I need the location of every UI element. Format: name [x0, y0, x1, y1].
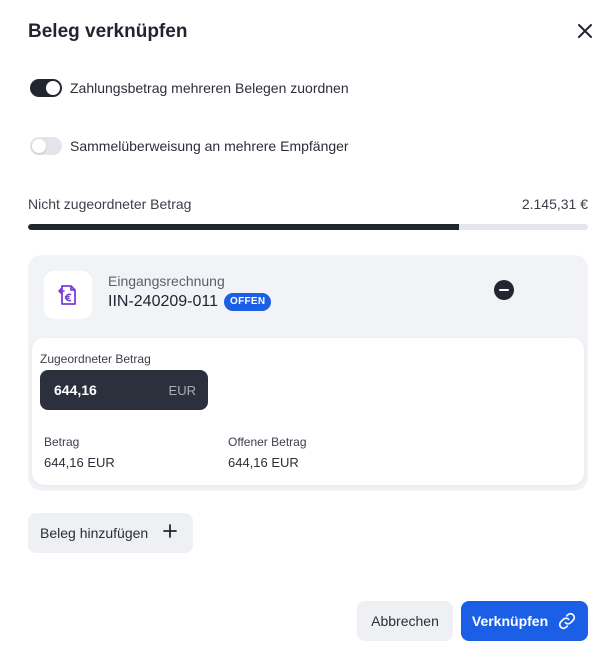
unassigned-amount-value: 2.145,31 € — [521, 196, 588, 212]
plus-icon — [162, 523, 178, 544]
document-amount-label: Betrag — [44, 435, 80, 449]
add-document-label: Beleg hinzufügen — [40, 525, 149, 541]
cancel-button[interactable]: Abbrechen — [357, 601, 453, 641]
remove-document-button[interactable] — [494, 280, 514, 300]
collective-transfer-label: Sammelüberweisung an mehrere Empfänger — [70, 138, 349, 154]
close-icon[interactable] — [574, 20, 596, 42]
dialog-title: Beleg verknüpfen — [28, 21, 188, 42]
link-document-dialog: Beleg verknüpfen Zahlungsbetrag mehreren… — [0, 0, 615, 668]
toggle-row-multiple-documents: Zahlungsbetrag mehreren Belegen zuordnen — [30, 79, 349, 97]
unassigned-amount-label: Nicht zugeordneter Betrag — [28, 196, 192, 212]
assigned-amount-label: Zugeordneter Betrag — [40, 352, 151, 366]
euro-receipt-icon — [44, 271, 92, 319]
add-document-button[interactable]: Beleg hinzufügen — [28, 513, 193, 553]
document-allocation-panel: Zugeordneter Betrag 644,16 EUR Betrag 64… — [32, 338, 584, 485]
link-button[interactable]: Verknüpfen — [461, 601, 588, 641]
document-number[interactable]: IIN-240209-011 — [108, 293, 218, 311]
currency-label: EUR — [168, 382, 196, 398]
multiple-documents-label: Zahlungsbetrag mehreren Belegen zuordnen — [70, 80, 349, 96]
toggle-row-collective-transfer: Sammelüberweisung an mehrere Empfänger — [30, 137, 349, 155]
open-amount-value: 644,16 EUR — [228, 455, 299, 470]
document-amount-field: Betrag 644,16 EUR — [44, 435, 115, 470]
open-amount-field: Offener Betrag 644,16 EUR — [228, 435, 307, 470]
document-number-row: IIN-240209-011 OFFEN — [108, 293, 272, 311]
document-type: Eingangsrechnung — [108, 273, 225, 289]
multiple-documents-toggle[interactable] — [30, 79, 62, 97]
cancel-label: Abbrechen — [371, 613, 439, 629]
assigned-amount-input[interactable]: 644,16 EUR — [40, 370, 208, 410]
link-label: Verknüpfen — [471, 613, 549, 629]
document-amount-value: 644,16 EUR — [44, 455, 115, 470]
allocation-progress-bar — [28, 224, 588, 230]
collective-transfer-toggle[interactable] — [30, 137, 62, 155]
document-card: Eingangsrechnung IIN-240209-011 OFFEN Zu… — [28, 255, 588, 491]
assigned-amount-value[interactable]: 644,16 — [54, 382, 97, 398]
allocation-progress-fill — [28, 224, 460, 230]
status-badge: OFFEN — [224, 293, 272, 311]
unassigned-amount-row: Nicht zugeordneter Betrag 2.145,31 € — [28, 196, 588, 212]
open-amount-label: Offener Betrag — [228, 435, 307, 449]
link-icon — [557, 611, 577, 631]
